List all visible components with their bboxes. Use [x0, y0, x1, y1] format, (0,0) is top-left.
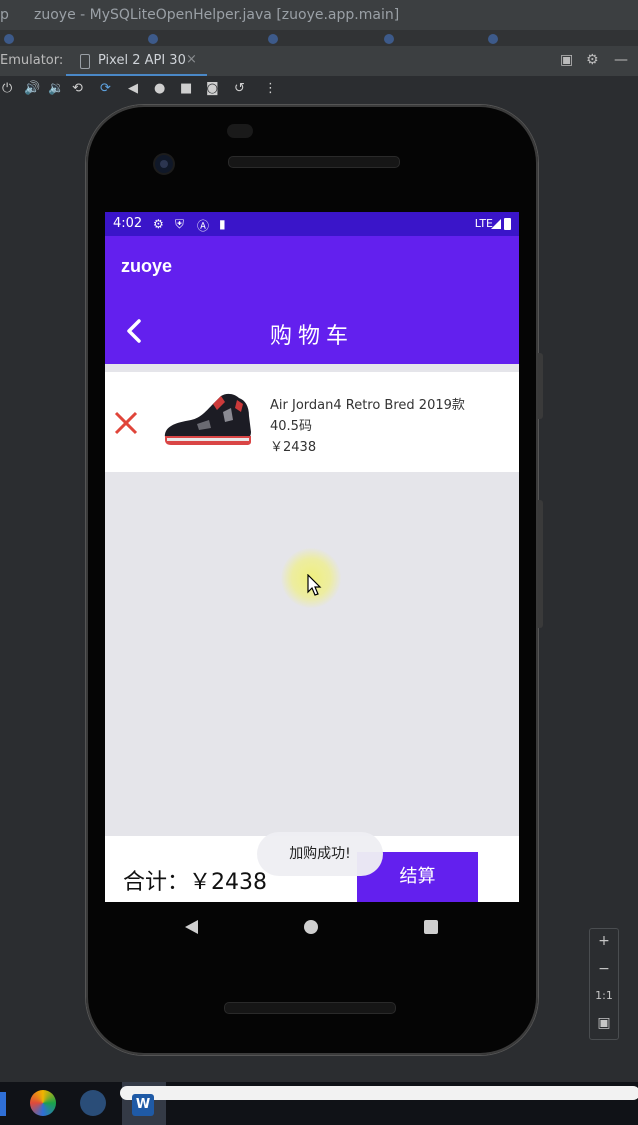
signal-icon [491, 219, 501, 229]
file-tab-icon[interactable] [268, 34, 278, 44]
home-icon[interactable]: ● [154, 81, 165, 96]
status-time: 4:02 [113, 216, 143, 231]
rotate-left-icon[interactable]: ⟲ [72, 81, 83, 96]
volume-up-icon[interactable]: 🔊 [24, 81, 40, 96]
status-bar: 4:02 ⚙ ⛨ Ⓐ ▮ LTE [105, 212, 519, 236]
snapshot-icon[interactable]: ↺ [234, 81, 245, 96]
zoom-in-button[interactable]: + [590, 933, 618, 949]
close-tab-icon[interactable]: × [186, 52, 197, 67]
editor-tabs-strip [0, 30, 638, 46]
steam-icon[interactable] [80, 1090, 106, 1116]
title-prefix: p [0, 7, 9, 23]
sd-card-status-icon: ▮ [219, 217, 226, 231]
zoom-ratio-button[interactable]: 1:1 [590, 989, 618, 1002]
restore-icon[interactable]: ▣ [560, 52, 573, 68]
android-nav-bar [105, 902, 519, 950]
overview-icon[interactable]: ■ [180, 81, 192, 96]
product-image [164, 393, 251, 445]
power-side-button[interactable] [538, 353, 543, 419]
product-name: Air Jordan4 Retro Bred 2019款 [270, 398, 465, 413]
file-tab-icon[interactable] [488, 34, 498, 44]
app-name: zuoye [121, 256, 173, 276]
word-icon[interactable]: W [132, 1094, 154, 1116]
bottom-speaker [224, 1002, 396, 1014]
app-icon[interactable] [30, 1090, 56, 1116]
total-value: ￥2438 [189, 870, 268, 895]
nav-back-icon[interactable] [185, 920, 198, 934]
cart-item[interactable]: Air Jordan4 Retro Bred 2019款 40.5码 ￥2438 [105, 372, 519, 472]
total-label: 合计： [123, 870, 190, 895]
device-tab[interactable]: Pixel 2 API 30 × [66, 46, 207, 76]
page-title: 购物车 [269, 324, 354, 349]
product-price: ￥2438 [270, 440, 317, 455]
volume-side-button[interactable] [538, 500, 543, 628]
settings-status-icon: ⚙ [153, 217, 164, 231]
volume-down-icon[interactable]: 🔉 [48, 81, 64, 96]
shield-status-icon: ⛨ [175, 217, 185, 231]
camera-icon[interactable]: ◙ [206, 81, 219, 96]
file-tab-icon[interactable] [4, 34, 14, 44]
file-tab-icon[interactable] [384, 34, 394, 44]
back-icon[interactable]: ◀ [128, 81, 138, 96]
product-size: 40.5码 [270, 419, 312, 434]
emulator-toolbar: Emulator: Pixel 2 API 30 × ▣ ⚙ — [0, 46, 638, 76]
mouse-cursor-icon [307, 574, 322, 596]
more-icon[interactable]: ⋮ [264, 81, 277, 96]
top-speaker [228, 156, 400, 168]
phone-icon [80, 54, 90, 69]
start-icon[interactable] [0, 1092, 6, 1116]
gear-icon[interactable]: ⚙ [586, 52, 599, 68]
power-icon[interactable]: ⏻ [2, 81, 12, 96]
taskbar-overlay [120, 1086, 638, 1100]
window-title: zuoye - MySQLiteOpenHelper.java [zuoye.a… [34, 7, 400, 23]
nav-home-icon[interactable] [304, 920, 318, 934]
device-tab-label: Pixel 2 API 30 [98, 53, 186, 68]
a-status-icon: Ⓐ [197, 219, 210, 233]
delete-icon[interactable] [113, 410, 139, 436]
zoom-out-button[interactable]: − [590, 961, 618, 977]
phone-notch [227, 124, 253, 138]
emulator-label: Emulator: [0, 53, 64, 68]
emulator-controls: ⏻ 🔊 🔉 ⟲ ⟳ ◀ ● ■ ◙ ↺ ⋮ [0, 76, 638, 104]
minimize-icon[interactable]: — [614, 52, 628, 68]
app-bar: zuoye [105, 236, 519, 302]
front-camera [155, 155, 173, 173]
zoom-panel: + − 1:1 ▣ [589, 928, 619, 1040]
nav-recents-icon[interactable] [424, 920, 438, 934]
phone-screen: 4:02 ⚙ ⛨ Ⓐ ▮ LTE zuoye 购物车 Air Jordan4 R… [105, 212, 519, 902]
ide-title-bar: p zuoye - MySQLiteOpenHelper.java [zuoye… [0, 0, 638, 30]
total-amount: 合计：￥2438 [123, 864, 267, 896]
page-header: 购物车 [105, 302, 519, 364]
rotate-right-icon[interactable]: ⟳ [100, 81, 111, 96]
taskbar: W [0, 1082, 638, 1125]
file-tab-icon[interactable] [148, 34, 158, 44]
battery-icon [504, 218, 511, 230]
toast-message: 加购成功! [257, 832, 383, 876]
fit-screen-icon[interactable]: ▣ [590, 1015, 618, 1031]
